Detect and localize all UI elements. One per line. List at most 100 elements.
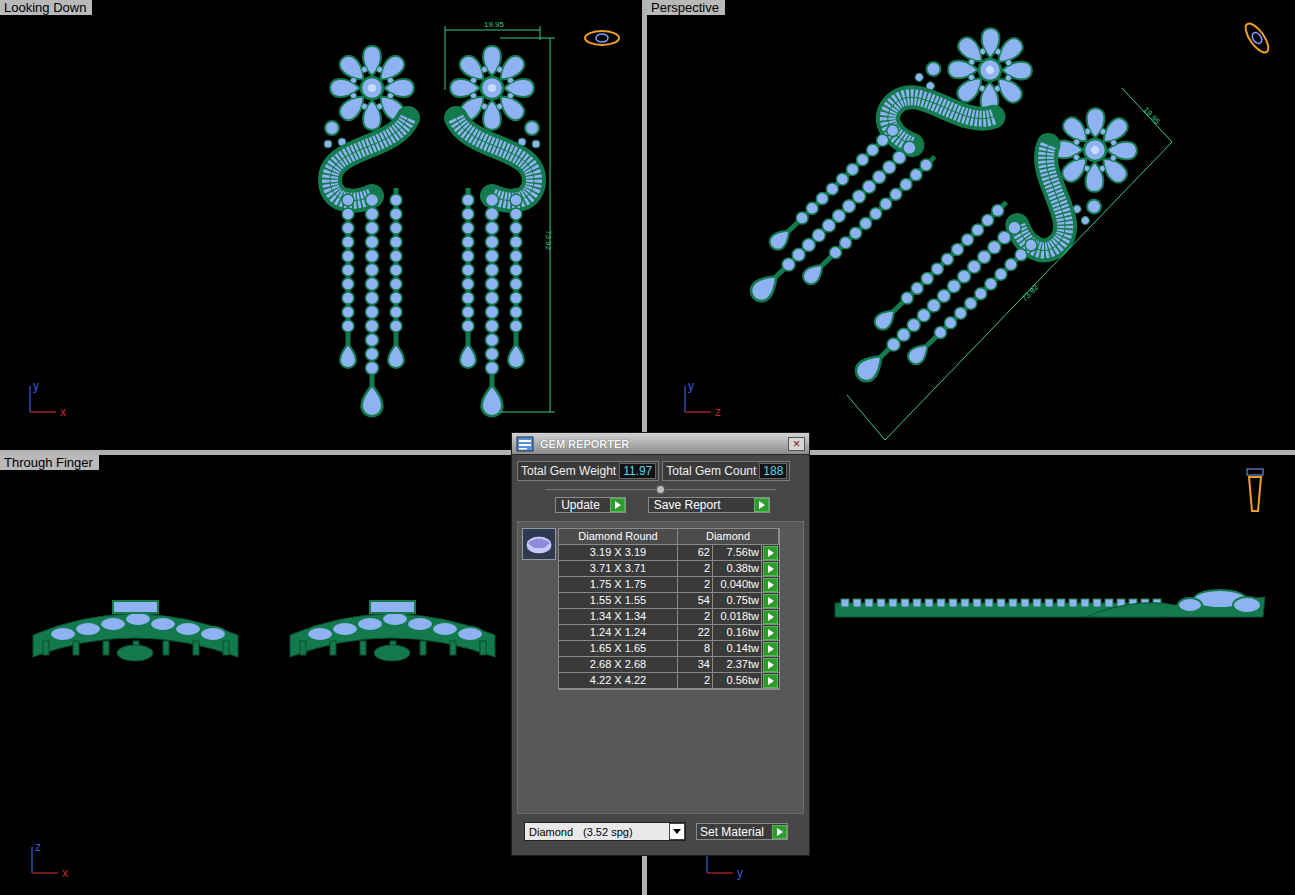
svg-text:y: y: [737, 866, 743, 880]
size-cell: 3.19 X 3.19: [559, 545, 678, 561]
count-cell: 62: [678, 545, 713, 561]
row-arrow-button[interactable]: [762, 593, 779, 609]
earring-side: [835, 590, 1265, 617]
weight-cell: 2.37tw: [713, 657, 762, 673]
cad-workspace: 19.9573.92yxLooking Down19.9573.92yzPers…: [0, 0, 1295, 895]
size-cell: 1.55 X 1.55: [559, 593, 678, 609]
diamond-icon: [522, 528, 556, 560]
size-cell: 4.22 X 4.22: [559, 673, 678, 689]
viewport-label[interactable]: Perspective: [647, 0, 725, 15]
axis-icon: zx: [32, 840, 68, 880]
arrow-icon[interactable]: [763, 594, 778, 608]
total-weight: Total Gem Weight11.97: [517, 461, 659, 481]
material-dropdown[interactable]: Diamond(3.52 spg): [524, 822, 686, 841]
svg-text:19.95: 19.95: [484, 20, 505, 29]
count-cell: 8: [678, 641, 713, 657]
weight-cell: 7.56tw: [713, 545, 762, 561]
svg-text:z: z: [715, 405, 721, 419]
total-weight-value: 11.97: [619, 463, 656, 479]
count-cell: 2: [678, 673, 713, 689]
arrow-icon[interactable]: [763, 578, 778, 592]
row-arrow-button[interactable]: [762, 609, 779, 625]
weight-cell: 0.75tw: [713, 593, 762, 609]
report-button[interactable]: Save Report: [648, 497, 770, 513]
left-earring: [33, 601, 238, 661]
size-cell: 1.34 X 1.34: [559, 609, 678, 625]
row-arrow-button[interactable]: [762, 545, 779, 561]
total-count: Total Gem Count188: [662, 461, 790, 481]
weight-cell: 0.040tw: [713, 577, 762, 593]
dimension-lines: 19.95 73.92: [847, 88, 1172, 440]
gem-table: Diamond RoundDiamond3.19 X 3.19627.56tw3…: [558, 528, 780, 690]
size-cell: 1.65 X 1.65: [559, 641, 678, 657]
dialog-title: GEM REPORTER: [540, 438, 629, 450]
weight-cell: 0.16tw: [713, 625, 762, 641]
right-earring: [290, 601, 495, 661]
right-earring: [450, 46, 540, 416]
count-cell: 2: [678, 561, 713, 577]
svg-text:73.92: 73.92: [544, 230, 553, 251]
arrow-icon[interactable]: [763, 546, 778, 560]
splitter[interactable]: [517, 481, 804, 497]
count-cell: 54: [678, 593, 713, 609]
right-earring: [830, 91, 1159, 413]
size-cell: 3.71 X 3.71: [559, 561, 678, 577]
row-arrow-button[interactable]: [762, 641, 779, 657]
axis-icon: yx: [30, 379, 66, 419]
ring-orientation-icon: [1242, 20, 1273, 56]
count-cell: 34: [678, 657, 713, 673]
report-icon: [516, 436, 534, 452]
axis-icon: yz: [685, 379, 721, 419]
svg-text:73.92: 73.92: [1020, 282, 1041, 303]
svg-text:x: x: [60, 405, 66, 419]
ring-orientation-icon: [585, 31, 619, 45]
arrow-icon[interactable]: [754, 498, 769, 512]
column-header: Diamond Round: [559, 529, 678, 545]
perspective-canvas[interactable]: 19.9573.92yz: [647, 0, 1295, 450]
arrow-icon[interactable]: [772, 825, 787, 839]
row-arrow-button[interactable]: [762, 657, 779, 673]
arrow-icon[interactable]: [763, 642, 778, 656]
row-arrow-button[interactable]: [762, 625, 779, 641]
size-cell: 2.68 X 2.68: [559, 657, 678, 673]
weight-cell: 0.14tw: [713, 641, 762, 657]
button-row: Update Save Report: [517, 497, 804, 513]
close-button[interactable]: ×: [788, 437, 805, 451]
top-view-canvas[interactable]: 19.95 73.92 yx: [0, 0, 642, 450]
left-earring: [721, 6, 1050, 328]
gem-reporter-dialog[interactable]: GEM REPORTER × Total Gem Weight11.97Total …: [511, 432, 810, 856]
size-cell: 1.24 X 1.24: [559, 625, 678, 641]
count-cell: 2: [678, 577, 713, 593]
svg-text:y: y: [688, 379, 694, 393]
dropdown-arrow-icon[interactable]: [669, 823, 685, 840]
left-earring: [324, 46, 414, 416]
arrow-icon[interactable]: [763, 562, 778, 576]
set-material-button[interactable]: Set Material: [696, 823, 788, 840]
row-arrow-button[interactable]: [762, 561, 779, 577]
title-bar[interactable]: GEM REPORTER ×: [512, 433, 809, 455]
viewport-label[interactable]: Looking Down: [0, 0, 92, 15]
splitter-knob[interactable]: [655, 484, 666, 495]
viewport[interactable]: 19.95 73.92 yx Looking Down: [0, 0, 642, 450]
size-cell: 1.75 X 1.75: [559, 577, 678, 593]
count-cell: 22: [678, 625, 713, 641]
svg-text:z: z: [35, 840, 41, 854]
viewport-label[interactable]: Through Finger: [0, 455, 99, 470]
weight-cell: 0.56tw: [713, 673, 762, 689]
weight-cell: 0.38tw: [713, 561, 762, 577]
svg-text:19.95: 19.95: [1142, 105, 1163, 126]
report-button[interactable]: Update: [555, 497, 626, 513]
arrow-icon[interactable]: [763, 626, 778, 640]
row-arrow-button[interactable]: [762, 673, 779, 689]
gem-table-panel: Diamond RoundDiamond3.19 X 3.19627.56tw3…: [517, 521, 804, 814]
arrow-icon[interactable]: [763, 610, 778, 624]
arrow-icon[interactable]: [763, 674, 778, 688]
row-arrow-button[interactable]: [762, 577, 779, 593]
arrow-icon[interactable]: [763, 658, 778, 672]
arrow-icon[interactable]: [610, 498, 625, 512]
dimension-lines: 19.95 73.92: [445, 20, 555, 412]
viewport[interactable]: 19.9573.92yzPerspective: [647, 0, 1295, 450]
totals-row: Total Gem Weight11.97Total Gem Count188: [517, 461, 804, 481]
svg-text:x: x: [62, 866, 68, 880]
material-row: Diamond(3.52 spg) Set Material: [512, 814, 809, 855]
